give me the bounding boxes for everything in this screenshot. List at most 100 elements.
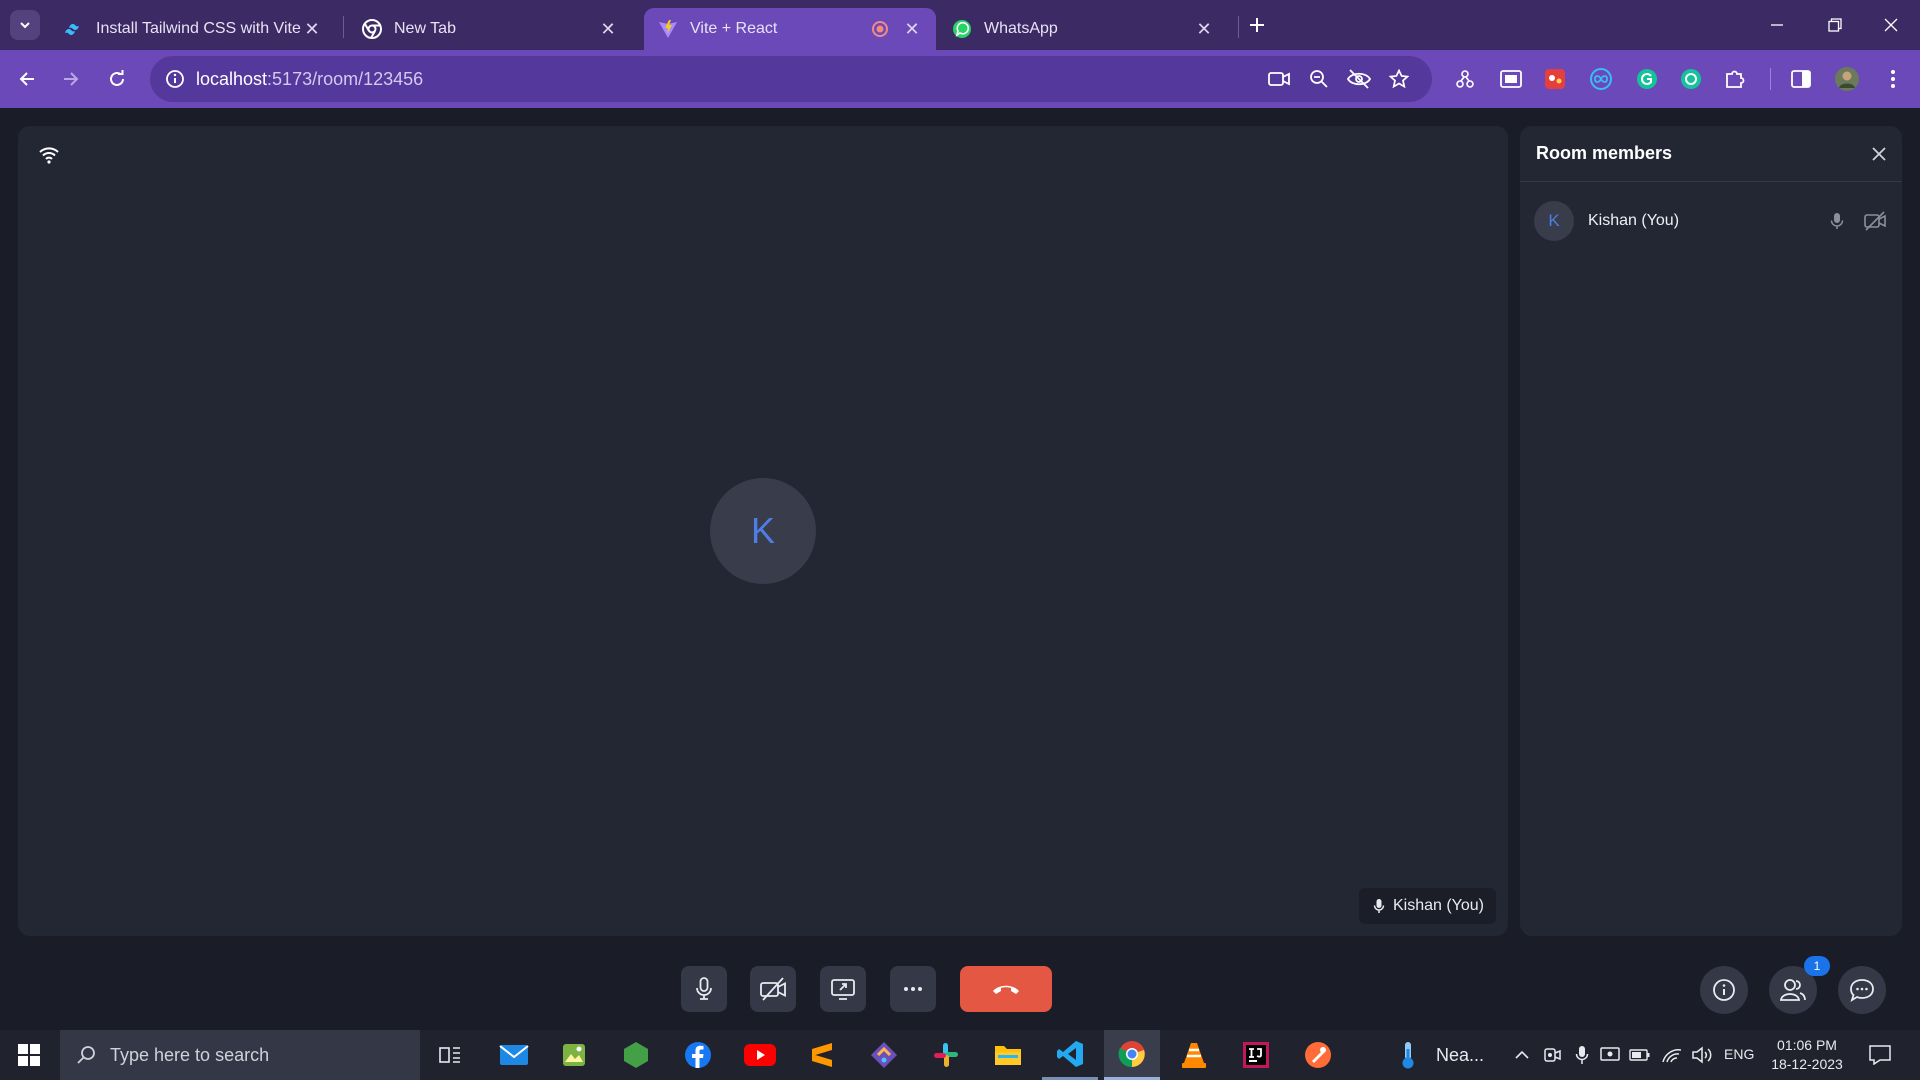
more-options-button[interactable]	[890, 966, 936, 1012]
git-app[interactable]	[856, 1030, 912, 1080]
screen-share-tray-icon[interactable]	[1598, 1043, 1622, 1067]
members-panel-header: Room members	[1520, 126, 1902, 182]
taskbar-search-box[interactable]: Type here to search	[60, 1030, 420, 1080]
camera-in-use-icon[interactable]	[1266, 66, 1292, 92]
microphone-tray-icon[interactable]	[1570, 1043, 1594, 1067]
extension-infinity-icon[interactable]	[1586, 64, 1616, 94]
file-explorer-app[interactable]	[980, 1030, 1036, 1080]
camera-toggle-button[interactable]	[750, 966, 796, 1012]
close-icon[interactable]: ✕	[302, 19, 322, 39]
member-avatar: K	[1534, 201, 1574, 241]
window-close-button[interactable]	[1862, 0, 1920, 50]
weather-widget[interactable]	[1380, 1030, 1436, 1080]
minimize-button[interactable]	[1748, 0, 1806, 50]
restore-button[interactable]	[1806, 0, 1864, 50]
nodejs-app[interactable]	[608, 1030, 664, 1080]
eye-off-icon[interactable]	[1346, 66, 1372, 92]
close-icon[interactable]: ✕	[598, 19, 618, 39]
extension-red-icon[interactable]	[1540, 64, 1570, 94]
sublime-text-app[interactable]	[794, 1030, 850, 1080]
close-icon[interactable]: ✕	[1194, 19, 1214, 39]
member-row: K Kishan (You)	[1520, 182, 1902, 260]
url-path: :5173/room/123456	[267, 69, 424, 89]
weather-text[interactable]: Nea...	[1436, 1045, 1484, 1066]
end-call-button[interactable]	[960, 966, 1052, 1012]
wifi-icon[interactable]	[1660, 1043, 1684, 1067]
tab-whatsapp[interactable]: WhatsApp ✕	[938, 8, 1228, 50]
chevron-down-icon	[20, 22, 30, 29]
tab-new-tab[interactable]: New Tab ✕	[348, 8, 632, 50]
volume-icon[interactable]	[1690, 1043, 1714, 1067]
input-language[interactable]: ENG	[1724, 1046, 1754, 1062]
task-view-icon	[439, 1047, 460, 1063]
youtube-app[interactable]	[732, 1030, 788, 1080]
close-icon[interactable]: ✕	[902, 19, 922, 39]
tab-tailwind[interactable]: Install Tailwind CSS with Vite - Tailwin…	[50, 8, 336, 50]
vlc-app[interactable]	[1166, 1030, 1222, 1080]
mail-icon	[499, 1045, 529, 1065]
start-button[interactable]	[0, 1030, 58, 1080]
grammarly-icon[interactable]	[1632, 64, 1662, 94]
forward-button[interactable]	[54, 62, 88, 96]
more-vertical-icon	[1891, 70, 1895, 88]
notifications-button[interactable]	[1868, 1043, 1892, 1067]
room-members-panel: Room members K Kishan (You)	[1520, 126, 1902, 936]
show-hidden-icons-button[interactable]	[1510, 1043, 1534, 1067]
extensions-puzzle-icon[interactable]	[1720, 64, 1750, 94]
vite-icon	[658, 19, 678, 39]
close-panel-button[interactable]	[1872, 146, 1886, 161]
chat-button[interactable]	[1838, 966, 1886, 1014]
screen-share-button[interactable]	[820, 966, 866, 1012]
extension-pip-icon[interactable]	[1496, 64, 1526, 94]
vscode-app[interactable]	[1042, 1030, 1098, 1080]
reload-button[interactable]	[100, 62, 134, 96]
photos-app[interactable]	[546, 1030, 602, 1080]
close-icon	[1872, 146, 1886, 161]
zoom-icon[interactable]	[1306, 66, 1332, 92]
system-clock[interactable]: 01:06 PM 18-12-2023	[1770, 1036, 1844, 1074]
browser-menu-button[interactable]	[1878, 64, 1908, 94]
more-horizontal-icon	[904, 987, 922, 991]
windows-taskbar: Type here to search Nea... ENG 01:06 PM …	[0, 1030, 1920, 1080]
screen-share-icon	[831, 979, 855, 1000]
mail-app[interactable]	[486, 1030, 542, 1080]
profile-avatar[interactable]	[1832, 64, 1862, 94]
thermometer-icon	[1402, 1042, 1414, 1069]
back-button[interactable]	[10, 62, 44, 96]
vlc-cone-icon	[1182, 1043, 1206, 1068]
camera-tray-icon[interactable]	[1540, 1043, 1564, 1067]
address-bar[interactable]: localhost:5173/room/123456	[150, 56, 1432, 102]
folder-icon	[995, 1046, 1021, 1065]
bookmark-star-icon[interactable]	[1386, 66, 1412, 92]
tab-title: Install Tailwind CSS with Vite - Tailwin…	[96, 20, 302, 37]
url-host: localhost	[196, 69, 268, 89]
chrome-app[interactable]	[1104, 1030, 1160, 1080]
arrow-left-icon	[19, 72, 34, 86]
extension-graph-icon[interactable]	[1450, 64, 1480, 94]
new-tab-button[interactable]	[1240, 8, 1274, 42]
battery-icon[interactable]	[1628, 1043, 1652, 1067]
network-quality-icon	[38, 146, 60, 164]
url-text[interactable]: localhost:5173/room/123456	[196, 69, 423, 90]
side-panel-icon[interactable]	[1786, 64, 1816, 94]
postman-icon	[1305, 1042, 1331, 1068]
grammarly-go-icon[interactable]	[1676, 64, 1706, 94]
clock-time: 01:06 PM	[1777, 1037, 1837, 1053]
postman-app[interactable]	[1290, 1030, 1346, 1080]
clock-date: 18-12-2023	[1771, 1056, 1843, 1072]
camera-off-icon	[760, 977, 786, 1001]
slack-app[interactable]	[918, 1030, 974, 1080]
tab-search-button[interactable]	[10, 10, 40, 40]
tab-title: New Tab	[394, 20, 456, 37]
intellij-app[interactable]	[1228, 1030, 1284, 1080]
task-view-button[interactable]	[422, 1030, 478, 1080]
tab-vite-react[interactable]: Vite + React ✕	[644, 8, 936, 50]
facebook-app[interactable]	[670, 1030, 726, 1080]
microphone-toggle-button[interactable]	[681, 966, 727, 1012]
meeting-info-button[interactable]	[1700, 966, 1748, 1014]
info-icon	[1713, 979, 1735, 1001]
restore-icon	[1828, 18, 1842, 32]
site-info-icon[interactable]	[162, 66, 188, 92]
participants-count-badge: 1	[1804, 956, 1830, 976]
phone-hangup-icon	[993, 985, 1019, 994]
